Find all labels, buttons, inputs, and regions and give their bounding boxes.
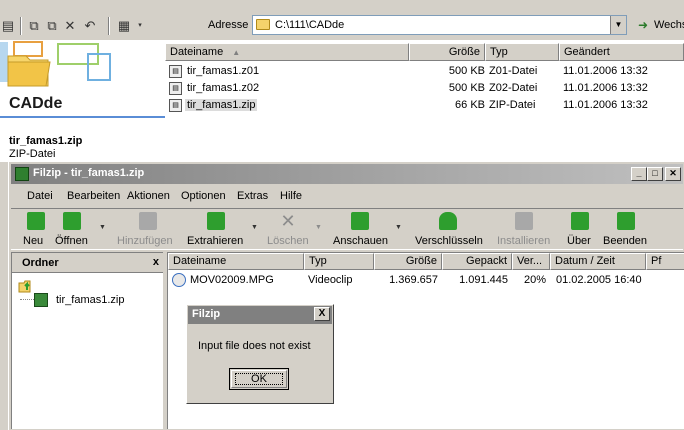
views-dropdown-icon[interactable]: ▾	[132, 18, 148, 34]
selected-file-type: ZIP-Datei	[9, 148, 56, 160]
filzip-window: Filzip - tir_famas1.zip _ □ ✕ Datei Bear…	[8, 161, 684, 430]
view-dropdown-icon[interactable]: ▼	[395, 224, 402, 231]
undo-icon[interactable]: ↶	[82, 18, 98, 34]
menu-optionen[interactable]: Optionen	[181, 190, 226, 202]
address-label: Adresse	[208, 19, 249, 31]
title-underline	[0, 116, 165, 118]
menu-hilfe[interactable]: Hilfe	[280, 190, 302, 202]
column-header-path[interactable]: Pf	[646, 253, 684, 270]
move-to-icon[interactable]: ⧉	[26, 18, 42, 34]
add-files-icon	[139, 212, 157, 230]
view-button[interactable]: Anschauen	[333, 211, 389, 249]
file-row[interactable]: ▤ tir_famas1.zip 66 KB ZIP-Datei 11.01.2…	[165, 98, 684, 114]
menu-bearbeiten[interactable]: Bearbeiten	[67, 190, 120, 202]
zip-archive-icon	[34, 293, 48, 307]
install-button[interactable]: Installieren	[497, 211, 551, 249]
minimize-button[interactable]: _	[631, 167, 647, 181]
extract-button[interactable]: Extrahieren	[187, 211, 247, 249]
exit-button[interactable]: Beenden	[603, 211, 649, 249]
close-button[interactable]: ✕	[665, 167, 681, 181]
zip-file-icon: ▤	[169, 99, 182, 112]
explorer-toolbar: ▤ ⧉ ⧉ ✕ ↶ ▦ ▾	[0, 14, 200, 38]
dialog-title: Filzip	[192, 308, 221, 320]
lock-icon	[439, 212, 457, 230]
menu-extras[interactable]: Extras	[237, 190, 268, 202]
encrypt-button[interactable]: Verschlüsseln	[415, 211, 483, 249]
file-row[interactable]: ▤ tir_famas1.z01 500 KB Z01-Datei 11.01.…	[165, 64, 684, 80]
filzip-app-icon	[15, 167, 29, 181]
install-icon	[515, 212, 533, 230]
copy-to-icon[interactable]: ⧉	[44, 18, 60, 34]
file-row[interactable]: ▤ tir_famas1.z02 500 KB Z02-Datei 11.01.…	[165, 81, 684, 97]
archive-row[interactable]: MOV02009.MPG Videoclip 1.369.657 1.091.4…	[168, 273, 684, 289]
filzip-toolbar: Neu Öffnen ▼ Hinzufügen Extrahieren ▼ ✕ …	[11, 208, 683, 250]
about-button[interactable]: Über	[567, 211, 593, 249]
selected-file-name: tir_famas1.zip	[9, 135, 83, 147]
column-header-size[interactable]: Größe	[374, 253, 442, 270]
folder-title: CADde	[9, 95, 63, 112]
open-button[interactable]: Öffnen	[55, 211, 93, 249]
add-button[interactable]: Hinzufügen	[117, 211, 179, 249]
delete-dropdown-icon[interactable]: ▼	[315, 224, 322, 231]
toolbar-separator	[20, 17, 22, 35]
filzip-menu-bar: Datei Bearbeiten Aktionen Optionen Extra…	[11, 186, 683, 206]
go-button[interactable]: ➜ Wechs	[636, 17, 684, 35]
extract-dropdown-icon[interactable]: ▼	[251, 224, 258, 231]
column-header-name[interactable]: Dateiname ▲	[165, 43, 409, 61]
open-dropdown-icon[interactable]: ▼	[99, 224, 106, 231]
folder-panel: Ordner x tir_famas1.zip	[11, 252, 163, 429]
menu-datei[interactable]: Datei	[27, 190, 53, 202]
folder-up-icon[interactable]	[18, 278, 34, 294]
folder-panel-header: Ordner x	[12, 253, 163, 273]
address-dropdown-icon[interactable]: ▼	[610, 16, 626, 34]
column-header-packed[interactable]: Gepackt	[442, 253, 512, 270]
views-icon[interactable]: ▦	[116, 18, 132, 34]
address-bar[interactable]: C:\111\CADde ▼	[252, 15, 627, 35]
column-header-ratio[interactable]: Ver...	[512, 253, 550, 270]
new-archive-icon	[27, 212, 45, 230]
folder-icon	[256, 19, 270, 30]
column-header-modified[interactable]: Geändert	[559, 43, 684, 61]
explorer-file-list: Dateiname ▲ Größe Typ Geändert ▤ tir_fam…	[165, 40, 684, 162]
tree-item-archive[interactable]: tir_famas1.zip	[56, 294, 124, 306]
video-file-icon	[172, 273, 186, 287]
go-label: Wechs	[654, 19, 684, 31]
ok-button-bevel: OK	[231, 370, 287, 388]
error-dialog: Filzip X Input file does not exist OK	[186, 304, 334, 404]
toolbar-separator	[108, 17, 110, 35]
maximize-button[interactable]: □	[647, 167, 663, 181]
dialog-close-button[interactable]: X	[314, 307, 330, 321]
new-button[interactable]: Neu	[23, 211, 49, 249]
menu-aktionen[interactable]: Aktionen	[127, 190, 170, 202]
open-archive-icon	[63, 212, 81, 230]
go-arrow-icon: ➜	[638, 18, 649, 32]
delete-button[interactable]: ✕ Löschen	[267, 211, 309, 249]
column-header-date[interactable]: Datum / Zeit	[550, 253, 646, 270]
archive-part-icon: ▤	[169, 82, 182, 95]
address-input[interactable]: C:\111\CADde	[275, 19, 344, 31]
extract-icon	[207, 212, 225, 230]
column-header-name[interactable]: Dateiname	[168, 253, 304, 270]
about-icon	[571, 212, 589, 230]
delete-icon[interactable]: ✕	[62, 18, 78, 34]
ok-button[interactable]: OK	[229, 368, 289, 390]
tree-connector	[20, 299, 34, 300]
column-header-type[interactable]: Typ	[304, 253, 374, 270]
filzip-title-bar[interactable]: Filzip - tir_famas1.zip _ □ ✕	[11, 164, 683, 184]
delete-x-icon: ✕	[280, 211, 296, 231]
dialog-title-bar[interactable]: Filzip X	[188, 306, 332, 324]
filzip-title: Filzip - tir_famas1.zip	[33, 167, 145, 179]
column-header-size[interactable]: Größe	[409, 43, 485, 61]
ok-button-label: OK	[235, 373, 283, 385]
archive-part-icon: ▤	[169, 65, 182, 78]
up-folder-icon[interactable]: ▤	[0, 18, 16, 34]
folder-panel-title: Ordner	[22, 257, 59, 269]
folder-panel-close-button[interactable]: x	[153, 256, 159, 268]
view-icon	[351, 212, 369, 230]
exit-door-icon	[617, 212, 635, 230]
column-header-type[interactable]: Typ	[485, 43, 559, 61]
dialog-message: Input file does not exist	[198, 340, 311, 352]
